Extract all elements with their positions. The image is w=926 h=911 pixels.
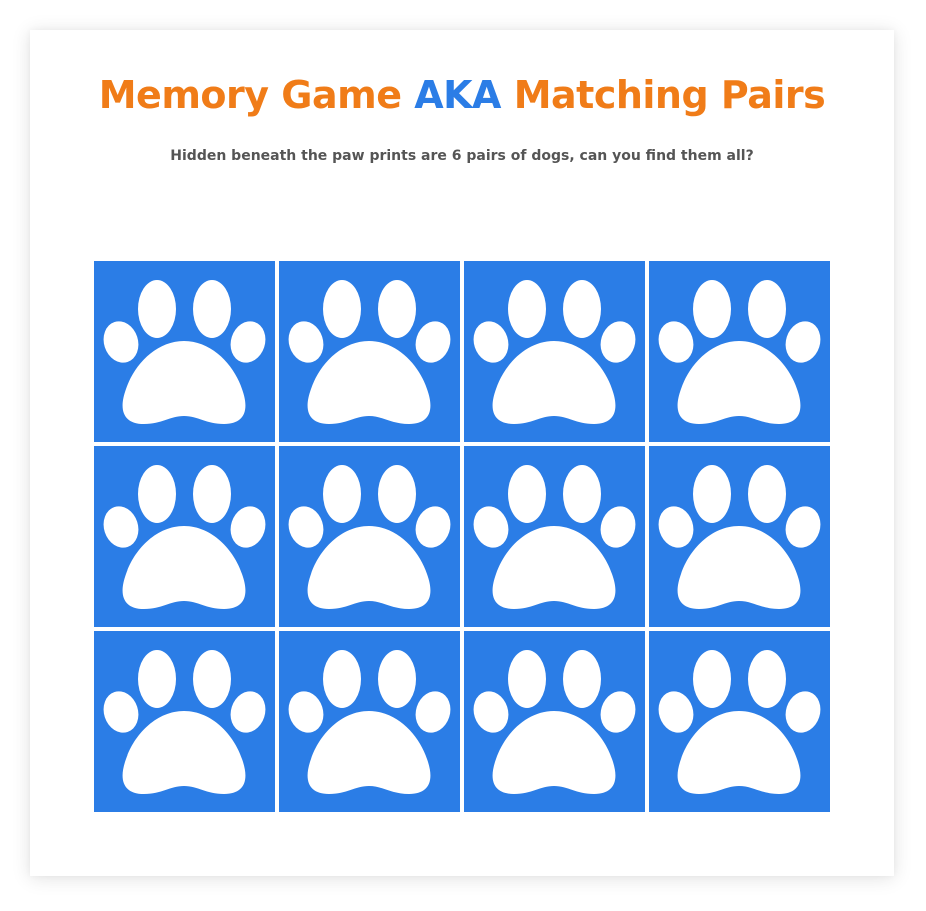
game-instructions: Hidden beneath the paw prints are 6 pair… <box>170 148 754 164</box>
memory-card-3[interactable] <box>464 261 645 442</box>
title-part-2: AKA <box>414 73 501 117</box>
game-panel: Memory Game AKA Matching Pairs Hidden be… <box>30 30 894 876</box>
memory-card-5[interactable] <box>94 446 275 627</box>
memory-card-12[interactable] <box>649 631 830 812</box>
title-part-3: Matching Pairs <box>500 73 826 117</box>
page-title: Memory Game AKA Matching Pairs <box>30 70 894 120</box>
title-part-1: Memory Game <box>98 73 415 117</box>
memory-card-6[interactable] <box>279 446 460 627</box>
memory-card-2[interactable] <box>279 261 460 442</box>
memory-card-9[interactable] <box>94 631 275 812</box>
memory-card-10[interactable] <box>279 631 460 812</box>
card-grid <box>94 261 831 812</box>
memory-card-4[interactable] <box>649 261 830 442</box>
memory-card-1[interactable] <box>94 261 275 442</box>
memory-card-11[interactable] <box>464 631 645 812</box>
memory-card-8[interactable] <box>649 446 830 627</box>
memory-card-7[interactable] <box>464 446 645 627</box>
page: Memory Game AKA Matching Pairs Hidden be… <box>0 0 926 911</box>
